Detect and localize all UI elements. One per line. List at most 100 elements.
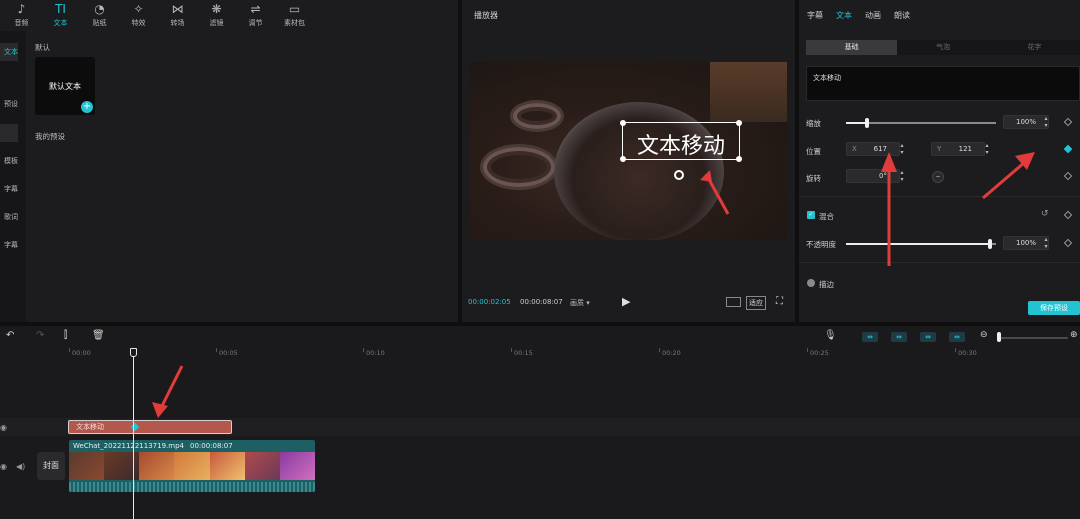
link-icon[interactable]: ⇹ — [949, 332, 965, 342]
reset-icon[interactable]: ↺ — [1041, 209, 1049, 219]
quality-dropdown[interactable]: 画质 ▾ — [570, 298, 590, 308]
tool-effects[interactable]: ✧ 特效 — [119, 0, 158, 31]
sidebar-item-preset[interactable]: 预设 — [0, 95, 18, 113]
zoom-out-icon[interactable]: ⊖ — [980, 330, 988, 340]
rotation-field[interactable]: 0° — [846, 169, 900, 183]
tab-animation[interactable]: 动画 — [865, 10, 881, 21]
blend-keyframe-icon[interactable] — [1063, 210, 1073, 220]
position-x-field[interactable]: X 617 — [846, 142, 900, 156]
scale-keyframe-icon[interactable] — [1063, 117, 1073, 127]
tool-audio[interactable]: ♪ 音频 — [2, 0, 41, 31]
sidebar-item-subtitle[interactable]: 字幕 — [0, 180, 18, 198]
tab-subtitle[interactable]: 字幕 — [807, 10, 823, 21]
rotate-handle-icon[interactable] — [674, 170, 684, 180]
blend-checkbox[interactable]: ✓ — [807, 211, 815, 219]
scale-label: 缩放 — [806, 119, 821, 128]
resize-handle[interactable] — [736, 120, 742, 126]
position-x-stepper-icon[interactable]: ▴ ▾ — [898, 142, 906, 156]
my-presets-label: 我的预设 — [35, 132, 65, 141]
position-y-field[interactable]: Y 121 — [931, 142, 985, 156]
video-clip[interactable]: WeChat_20221122113719.mp4 00:00:08:07 — [69, 440, 315, 492]
split-icon[interactable]: ⫿ — [64, 330, 67, 341]
position-keyframe-icon[interactable] — [1063, 144, 1073, 154]
resize-handle[interactable] — [620, 156, 626, 162]
speaker-icon[interactable]: ◀) — [16, 462, 25, 471]
microphone-icon[interactable]: 🎙 — [824, 330, 837, 341]
playhead-handle[interactable] — [130, 348, 137, 357]
sidebar-item-lyrics[interactable]: 歌词 — [0, 208, 18, 226]
text-clip-label: 文本移动 — [76, 423, 104, 431]
tick-line — [659, 348, 660, 352]
background-bottles — [710, 62, 787, 122]
rotation-knob-icon[interactable]: − — [932, 171, 944, 183]
tool-adjust[interactable]: ⇌ 调节 — [236, 0, 275, 31]
fullscreen-icon[interactable]: ⛶ — [776, 296, 783, 307]
tab-read-aloud[interactable]: 朗读 — [894, 10, 910, 21]
position-y-stepper-icon[interactable]: ▴ ▾ — [983, 142, 991, 156]
asset-pack-icon: ▭ — [288, 2, 301, 16]
text-content-input[interactable]: 文本移动 — [806, 66, 1080, 101]
redo-icon[interactable]: ↷ — [36, 330, 44, 341]
thumbnail — [139, 452, 175, 480]
text-clip[interactable]: 文本移动 — [68, 420, 232, 434]
opacity-slider-thumb[interactable] — [988, 239, 992, 249]
default-text-card[interactable]: 默认文本 + — [35, 57, 95, 115]
tool-transition[interactable]: ⋈ 转场 — [158, 0, 197, 31]
undo-icon[interactable]: ↶ — [6, 330, 14, 341]
resize-handle[interactable] — [736, 156, 742, 162]
zoom-in-icon[interactable]: ⊕ — [1070, 330, 1078, 340]
sidebar-item-text[interactable]: 文本 — [0, 43, 18, 61]
delete-icon[interactable]: 🗑 — [92, 330, 105, 341]
sticker-icon: ◔ — [94, 2, 105, 16]
opacity-stepper-icon[interactable]: ▴ ▾ — [1042, 236, 1050, 250]
waveform-toggle-icon[interactable] — [726, 297, 741, 307]
opacity-keyframe-icon[interactable] — [1063, 238, 1073, 248]
eye-icon[interactable]: ◉ — [0, 423, 7, 432]
eye-icon[interactable]: ◉ — [0, 462, 7, 471]
subtab-bubble[interactable]: 气泡 — [897, 40, 988, 55]
thumbnail — [244, 452, 280, 480]
tool-filter[interactable]: ❋ 滤镜 — [197, 0, 236, 31]
rotation-stepper-icon[interactable]: ▴ ▾ — [898, 169, 906, 183]
audio-icon: ♪ — [17, 2, 26, 16]
tick-line — [69, 348, 70, 352]
time-ruler[interactable]: 00:00 00:05 00:10 00:15 00:20 00:25 00:3… — [0, 348, 1080, 360]
adjust-icon: ⇌ — [250, 2, 261, 16]
default-text-card-label: 默认文本 — [49, 82, 81, 91]
subtab-fancy-text[interactable]: 花字 — [989, 40, 1080, 55]
tick-label: 00:10 — [366, 349, 385, 357]
playhead[interactable] — [133, 348, 134, 519]
save-preset-button[interactable]: 保存预设 — [1028, 301, 1080, 315]
subtab-basic[interactable]: 基础 — [806, 40, 898, 55]
add-icon[interactable]: + — [81, 101, 93, 113]
zoom-slider-thumb[interactable] — [997, 332, 1001, 342]
link-main-track-icon[interactable]: ⇹ — [862, 332, 878, 342]
divider — [799, 196, 1080, 197]
sidebar-item-blank[interactable] — [0, 124, 18, 142]
tool-sticker[interactable]: ◔ 贴纸 — [80, 0, 119, 31]
zoom-slider[interactable] — [1000, 337, 1068, 339]
rotation-keyframe-icon[interactable] — [1063, 171, 1073, 181]
resize-handle[interactable] — [620, 120, 626, 126]
transition-icon: ⋈ — [171, 2, 184, 16]
scale-slider-thumb[interactable] — [865, 118, 869, 128]
sidebar-item-template[interactable]: 模板 — [0, 152, 18, 170]
video-preview[interactable]: 文本移动 — [470, 62, 787, 240]
fit-button[interactable]: 适应 — [746, 296, 766, 310]
player-title: 播放器 — [474, 11, 498, 20]
play-icon[interactable]: ▶ — [622, 295, 630, 308]
snap-icon[interactable]: ⇹ — [920, 332, 936, 342]
cover-button[interactable]: 封面 — [37, 452, 65, 480]
stroke-checkbox[interactable] — [807, 279, 815, 287]
opacity-label: 不透明度 — [806, 240, 836, 249]
tool-text[interactable]: TI 文本 — [41, 0, 80, 31]
tool-asset-pack[interactable]: ▭ 素材包 — [275, 0, 314, 31]
tick-label: 00:05 — [219, 349, 238, 357]
top-toolbar: ♪ 音频 TI 文本 ◔ 贴纸 ✧ 特效 ⋈ 转场 ❋ 滤镜 ⇌ 调节 ▭ 素材包 — [0, 0, 458, 31]
tab-text[interactable]: 文本 — [836, 10, 852, 21]
scale-stepper-icon[interactable]: ▴ ▾ — [1042, 115, 1050, 129]
thumbnail — [69, 452, 105, 480]
text-overlay-box[interactable]: 文本移动 — [620, 120, 742, 162]
sidebar-item-subtitle-2[interactable]: 字幕 — [0, 236, 18, 254]
preview-axis-icon[interactable]: ⇹ — [891, 332, 907, 342]
